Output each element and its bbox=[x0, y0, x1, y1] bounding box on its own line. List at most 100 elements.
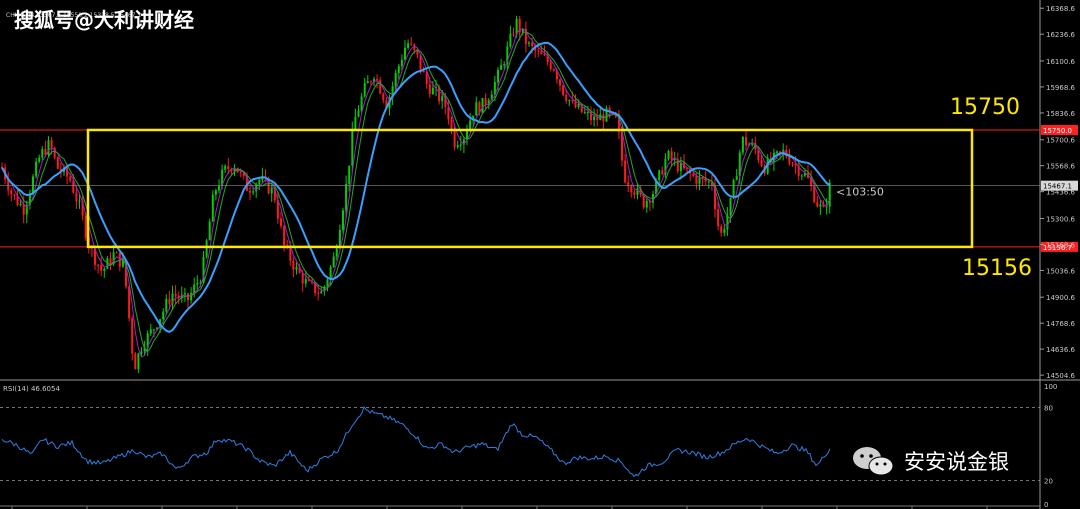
candle-body bbox=[633, 192, 636, 195]
candle-body bbox=[673, 159, 676, 161]
candle-body bbox=[345, 183, 348, 211]
candle-body bbox=[735, 176, 738, 181]
candle-body bbox=[152, 329, 155, 331]
candle-body bbox=[252, 191, 255, 193]
candle-body bbox=[459, 144, 462, 146]
candle-body bbox=[593, 116, 596, 121]
candle-body bbox=[78, 200, 81, 202]
candle-body bbox=[481, 98, 484, 113]
candle-body bbox=[732, 180, 735, 199]
candle-body bbox=[208, 221, 211, 241]
candle-body bbox=[500, 65, 503, 70]
candle-body bbox=[441, 96, 444, 102]
candle-body bbox=[819, 204, 822, 207]
price-tick-label: 16236.6 bbox=[1046, 31, 1075, 39]
candle-body bbox=[56, 157, 59, 169]
candle-body bbox=[162, 311, 165, 320]
candle-body bbox=[19, 203, 22, 205]
candle-body bbox=[379, 79, 382, 94]
rsi-line bbox=[1, 405, 831, 478]
candle-body bbox=[205, 240, 208, 257]
candle-body bbox=[630, 186, 633, 193]
candle-body bbox=[366, 81, 369, 84]
candle-body bbox=[363, 83, 366, 97]
candle-body bbox=[828, 182, 831, 207]
rsi-tick-label: 80 bbox=[1044, 404, 1053, 412]
candle-body bbox=[400, 59, 403, 67]
price-tick-label: 15836.6 bbox=[1046, 110, 1075, 118]
candle-body bbox=[741, 136, 744, 153]
candle-body bbox=[258, 179, 261, 185]
price-axis: 15750.015156.714504.614636.614768.614900… bbox=[1040, 5, 1078, 380]
candle-body bbox=[788, 156, 791, 164]
candle-body bbox=[397, 66, 400, 73]
candle-body bbox=[670, 151, 673, 160]
candle-body bbox=[583, 112, 586, 114]
candle-body bbox=[407, 43, 410, 48]
rsi-tick-label: 0 bbox=[1044, 501, 1048, 509]
candle-body bbox=[270, 187, 273, 194]
candle-body bbox=[382, 93, 385, 101]
candle-body bbox=[357, 110, 360, 117]
candle-body bbox=[431, 87, 434, 95]
candle-body bbox=[354, 116, 357, 130]
candle-body bbox=[760, 160, 763, 166]
candle-body bbox=[75, 192, 78, 202]
price-tick-label: 15300.6 bbox=[1046, 215, 1075, 223]
candle-body bbox=[35, 161, 38, 177]
candle-body bbox=[304, 279, 307, 284]
current-price-tag-label: 15467.1 bbox=[1043, 183, 1072, 191]
candle-body bbox=[214, 190, 217, 195]
candle-body bbox=[38, 157, 41, 162]
candle-body bbox=[103, 268, 106, 271]
candle-body bbox=[531, 42, 534, 46]
candle-body bbox=[332, 256, 335, 268]
candle-body bbox=[239, 172, 242, 174]
candle-body bbox=[512, 33, 515, 35]
candle-body bbox=[134, 353, 137, 370]
chart-canvas: 1575015156<103:50 15750.015156.714504.61… bbox=[0, 0, 1080, 509]
candle-body bbox=[503, 64, 506, 66]
candle-body bbox=[211, 194, 214, 222]
candle-body bbox=[335, 248, 338, 257]
candle-body bbox=[183, 293, 186, 295]
candle-body bbox=[729, 198, 732, 216]
candle-body bbox=[509, 33, 512, 47]
price-tick-label: 15700.6 bbox=[1046, 137, 1075, 145]
candle-body bbox=[249, 190, 251, 193]
rsi-tick-label: 100 bbox=[1044, 383, 1057, 391]
candle-body bbox=[369, 81, 372, 83]
grid-layer bbox=[0, 0, 1080, 509]
candle-body bbox=[342, 210, 344, 230]
candle-body bbox=[624, 160, 627, 183]
wechat-icon bbox=[853, 447, 894, 476]
candle-body bbox=[816, 202, 819, 207]
candle-body bbox=[658, 170, 661, 181]
price-tick-label: 14768.6 bbox=[1046, 320, 1075, 328]
candle-body bbox=[528, 42, 530, 44]
price-tick-label: 14504.6 bbox=[1046, 372, 1075, 380]
candle-body bbox=[692, 173, 695, 176]
candle-body bbox=[791, 163, 794, 165]
candle-body bbox=[295, 267, 298, 270]
candle-body bbox=[577, 103, 580, 108]
candle-body bbox=[565, 94, 568, 101]
candle-body bbox=[549, 62, 552, 70]
price-tick-label: 15168.6 bbox=[1046, 241, 1075, 249]
candle-body bbox=[84, 215, 87, 238]
candle-body bbox=[552, 69, 555, 71]
watermark: 搜狐号@大利讲财经 bbox=[14, 8, 194, 32]
candle-body bbox=[227, 165, 230, 170]
candle-body bbox=[537, 50, 540, 52]
candle-body bbox=[745, 136, 747, 146]
candle-body bbox=[404, 47, 406, 60]
candle-body bbox=[695, 175, 698, 184]
candle-body bbox=[686, 168, 689, 170]
candle-body bbox=[475, 102, 478, 116]
level-annotation: 15156 bbox=[962, 256, 1032, 281]
candle-body bbox=[140, 351, 143, 354]
candle-body bbox=[376, 79, 379, 81]
moving-averages-layer bbox=[1, 28, 831, 358]
candles-layer bbox=[1, 15, 831, 373]
candle-body bbox=[559, 79, 561, 86]
